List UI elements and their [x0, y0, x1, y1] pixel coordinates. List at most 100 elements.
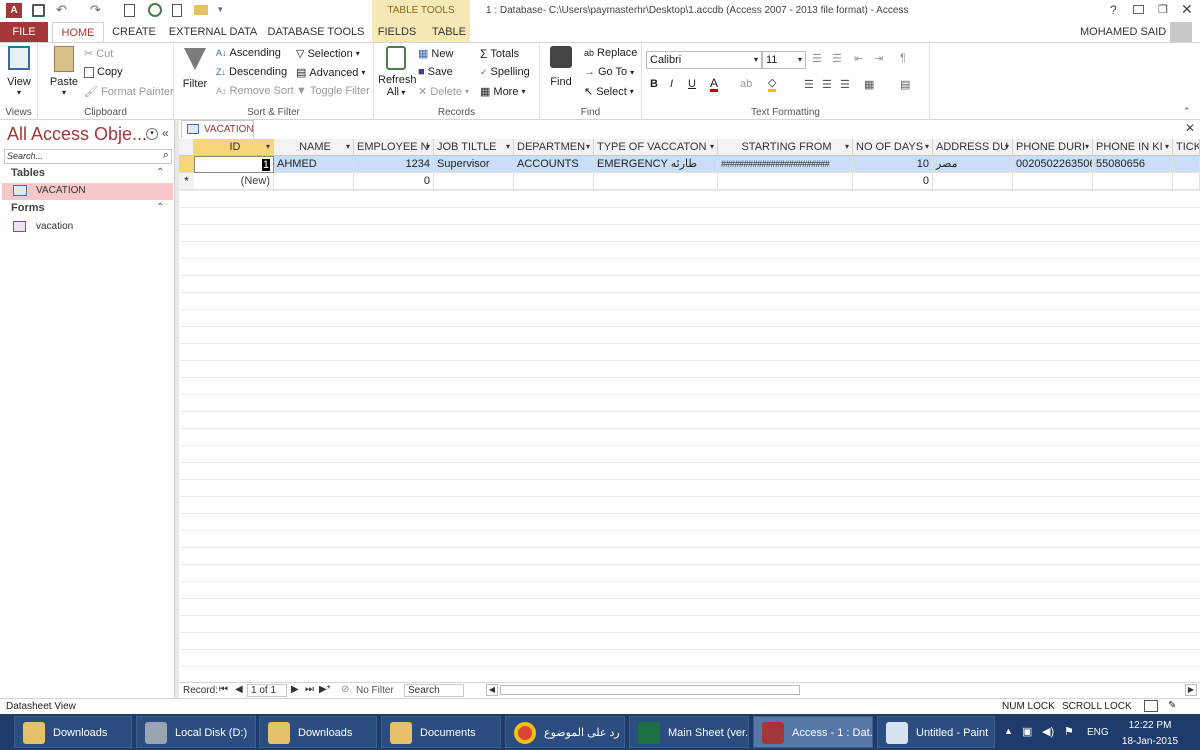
refresh-all-button[interactable]: Refresh All ▾ [378, 46, 417, 98]
taskbar-item-documents[interactable]: Documents [381, 716, 501, 748]
close-window-button[interactable]: ✕ [1181, 1, 1193, 18]
chevron-down-icon[interactable]: ▾ [346, 139, 350, 155]
row-selector-current[interactable] [179, 156, 194, 173]
column-header-no-of-days[interactable]: NO OF DAYS ▾ [853, 139, 933, 156]
indent-increase-icon[interactable]: ⇥ [874, 52, 883, 65]
first-record-icon[interactable]: ⏮ [219, 684, 228, 695]
taskbar-item-local-disk[interactable]: Local Disk (D:) [136, 716, 256, 748]
advanced-button[interactable]: ▤ Advanced ▾ [296, 66, 365, 80]
descending-button[interactable]: Z↓ Descending [216, 66, 287, 78]
bold-icon[interactable]: B [650, 78, 658, 90]
new-row-address[interactable] [933, 173, 1013, 190]
column-header-phone-during[interactable]: PHONE DURI ▾ [1013, 139, 1093, 156]
collapse-ribbon-icon[interactable]: ⌃ [1183, 106, 1191, 117]
remove-sort-button[interactable]: A↕ Remove Sort [216, 85, 294, 97]
taskbar-item-chrome[interactable]: رد على الموضوع [505, 716, 625, 748]
italic-icon[interactable]: I [670, 78, 673, 90]
replace-button[interactable]: ab Replace [584, 47, 637, 59]
column-header-name[interactable]: NAME ▾ [274, 139, 354, 156]
gridlines-icon[interactable]: ▦ [864, 78, 874, 91]
column-header-tick[interactable]: TICK [1173, 139, 1200, 156]
column-header-job-title[interactable]: JOB TILTLE ▾ [434, 139, 514, 156]
new-row-phone-during[interactable] [1013, 173, 1093, 190]
hscroll-right-icon[interactable]: ▶ [1185, 684, 1197, 696]
more-button[interactable]: ▦ More ▾ [480, 85, 525, 99]
view-button[interactable]: View ▾ [4, 46, 34, 97]
column-header-phone-in-ki[interactable]: PHONE IN KI ▾ [1093, 139, 1173, 156]
toggle-filter-button[interactable]: ▼ Toggle Filter [296, 85, 370, 97]
nav-search-input[interactable]: Search... ⌕ [4, 149, 172, 164]
new-row-job-title[interactable] [434, 173, 514, 190]
font-size-select[interactable]: 11 ▾ [762, 51, 806, 69]
underline-icon[interactable]: U [688, 78, 696, 90]
new-row-department[interactable] [514, 173, 594, 190]
language-indicator[interactable]: ENG [1087, 727, 1109, 738]
new-row-no-of-days[interactable]: 0 [853, 173, 933, 190]
goto-button[interactable]: → Go To ▾ [584, 66, 634, 78]
bullets-icon[interactable]: ☰ [812, 52, 822, 65]
refresh-qat-icon[interactable] [148, 3, 162, 17]
tab-external-data[interactable]: EXTERNAL DATA [168, 22, 258, 42]
clock-time[interactable]: 12:22 PM [1125, 720, 1175, 731]
delete-record-button[interactable]: ✕ Delete ▾ [418, 85, 469, 99]
new-blank-record-icon[interactable]: ▶* [319, 684, 331, 695]
new-row-type[interactable] [594, 173, 718, 190]
cell-id[interactable]: 1 [194, 156, 274, 173]
volume-icon[interactable]: ◀) [1042, 725, 1054, 738]
align-left-icon[interactable]: ☰ [804, 78, 814, 91]
restore-button[interactable]: ❐ [1158, 3, 1168, 16]
nav-section-forms[interactable]: Forms ⌃ [0, 201, 175, 218]
nav-pane-menu-icon[interactable]: ▾ [146, 128, 158, 140]
taskbar-item-excel[interactable]: Main Sheet (ver... [629, 716, 749, 748]
totals-button[interactable]: Σ Totals [480, 47, 519, 61]
last-record-icon[interactable]: ⏭ [305, 684, 314, 695]
highlight-icon[interactable]: ab [740, 78, 752, 90]
new-row-employee-n[interactable]: 0 [354, 173, 434, 190]
new-row-id[interactable]: (New) [194, 173, 274, 190]
cell-starting-from[interactable]: ######################## [718, 156, 853, 173]
indent-decrease-icon[interactable]: ⇤ [854, 52, 863, 65]
rtl-icon[interactable]: ¶ [900, 52, 906, 64]
spelling-button[interactable]: ✓ Spelling [480, 66, 530, 78]
chevron-down-icon[interactable]: ▾ [266, 139, 270, 155]
network-icon[interactable]: ▣ [1022, 725, 1032, 738]
cell-tick[interactable] [1173, 156, 1200, 173]
next-record-icon[interactable]: ▶ [291, 684, 299, 695]
column-header-type-of-vacation[interactable]: TYPE OF VACCATON ▾ [594, 139, 718, 156]
paste-button[interactable]: Paste ▾ [46, 46, 82, 97]
new-record-marker[interactable]: * [179, 173, 194, 190]
cell-phone-during[interactable]: 0020502263506 [1013, 156, 1093, 173]
nav-section-tables[interactable]: Tables ⌃ [0, 166, 175, 183]
nav-pane-title[interactable]: All Access Obje... [7, 124, 147, 145]
column-header-department[interactable]: DEPARTMEN ▾ [514, 139, 594, 156]
find-button[interactable]: Find [546, 46, 576, 88]
cell-employee-n[interactable]: 1234 [354, 156, 434, 173]
nav-item-vacation-table[interactable]: VACATION [2, 183, 173, 200]
cell-phone-in-ki[interactable]: 55080656 [1093, 156, 1173, 173]
tab-database-tools[interactable]: DATABASE TOOLS [266, 22, 366, 42]
column-header-address[interactable]: ADDRESS DU ▾ [933, 139, 1013, 156]
align-center-icon[interactable]: ☰ [822, 78, 832, 91]
taskbar-item-downloads[interactable]: Downloads [14, 716, 132, 748]
new-row-tick[interactable] [1173, 173, 1200, 190]
tab-create[interactable]: CREATE [108, 22, 160, 42]
taskbar-item-downloads-2[interactable]: Downloads [259, 716, 377, 748]
chevron-down-icon[interactable]: ▾ [1085, 139, 1089, 155]
redo-icon[interactable]: ↷ [90, 2, 101, 18]
chevron-down-icon[interactable]: ▾ [426, 139, 430, 155]
alt-row-color-icon[interactable]: ▤ [900, 78, 910, 91]
cell-address[interactable]: مصر [933, 156, 1013, 173]
customize-qat-icon[interactable]: ▾ [218, 4, 223, 15]
new-row-starting-from[interactable] [718, 173, 853, 190]
no-filter-icon[interactable]: ⊘ [341, 684, 349, 695]
select-all-corner[interactable] [179, 139, 194, 156]
clock-date[interactable]: 18-Jan-2015 [1118, 736, 1182, 747]
new-doc-icon[interactable] [172, 4, 182, 17]
cell-job-title[interactable]: Supervisor [434, 156, 514, 173]
no-filter-label[interactable]: No Filter [356, 685, 394, 696]
filter-button[interactable]: Filter [180, 46, 210, 90]
design-view-icon[interactable]: ✎ [1168, 700, 1176, 711]
chevron-down-icon[interactable]: ▾ [925, 139, 929, 155]
chevron-down-icon[interactable]: ▾ [710, 139, 714, 155]
new-record-button[interactable]: ▦ New [418, 47, 453, 61]
